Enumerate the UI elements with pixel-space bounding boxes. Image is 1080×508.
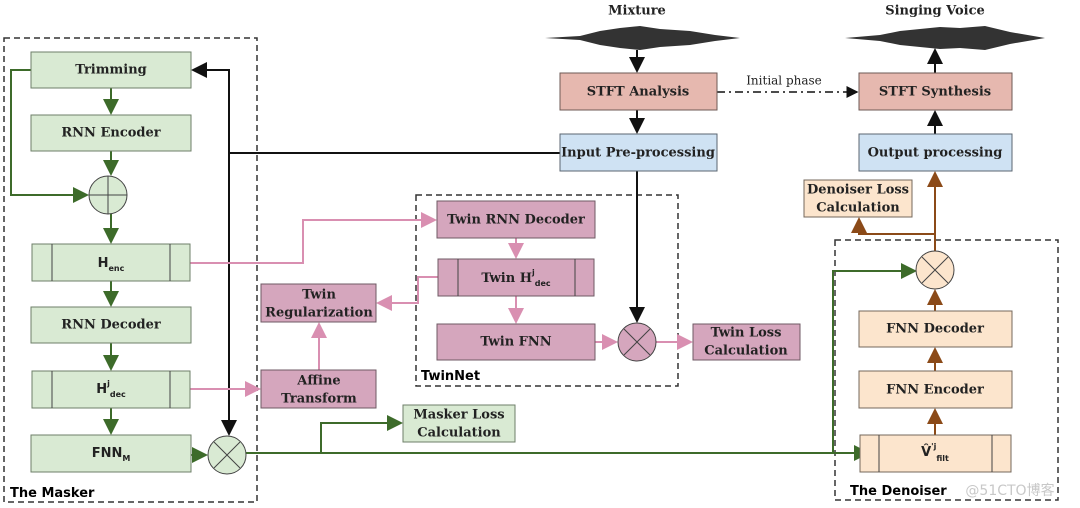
stft-synthesis-block: STFT Synthesis <box>858 72 1013 111</box>
addition-node-icon <box>88 175 128 215</box>
svg-text:Twin RNN Decoder: Twin RNN Decoder <box>447 213 585 228</box>
diagram: The Masker TwinNet The Denoiser @51CTO博客… <box>3 4 1059 503</box>
svg-text:FNN Decoder: FNN Decoder <box>886 322 984 337</box>
mixture-waveform-icon <box>545 26 740 50</box>
v-filt-block: V̂'jfilt <box>859 434 1012 473</box>
initial-phase-label: Initial phase <box>746 74 822 88</box>
svg-text:FNN Encoder: FNN Encoder <box>886 383 984 398</box>
output-processing-block: Output processing <box>858 133 1013 172</box>
denoiser-label: The Denoiser <box>850 484 947 499</box>
rnn-encoder-block: RNN Encoder <box>30 114 192 152</box>
h-dec-block: Hjdec <box>31 370 191 409</box>
svg-text:Output processing: Output processing <box>868 146 1003 161</box>
singing-voice-waveform-icon <box>845 26 1045 50</box>
affine-transform-block: Affine Transform <box>260 369 377 409</box>
svg-text:Trimming: Trimming <box>75 63 147 78</box>
fnn-m-block: FNNM <box>30 434 192 473</box>
fnn-encoder-block: FNN Encoder <box>858 370 1013 409</box>
twin-rnn-decoder-block: Twin RNN Decoder <box>436 200 596 239</box>
denoiser-loss-block: Denoiser Loss Calculation <box>803 179 913 218</box>
svg-text:RNN Encoder: RNN Encoder <box>61 126 160 141</box>
singing-voice-label: Singing Voice <box>885 4 985 19</box>
twin-regularization-block: Twin Regularization <box>260 283 377 323</box>
rnn-decoder-block: RNN Decoder <box>30 306 192 344</box>
svg-text:STFT Analysis: STFT Analysis <box>587 85 690 100</box>
svg-text:Twin FNN: Twin FNN <box>480 335 551 350</box>
stft-analysis-block: STFT Analysis <box>559 72 718 111</box>
svg-text:Twin Loss: Twin Loss <box>711 326 782 341</box>
svg-text:Masker Loss: Masker Loss <box>413 408 504 423</box>
masker-label: The Masker <box>10 486 95 501</box>
twinnet-label: TwinNet <box>421 369 480 384</box>
twin-multiply-node-icon <box>617 322 657 362</box>
twin-h-dec-block: Twin Hjdec <box>437 258 595 297</box>
twin-loss-block: Twin Loss Calculation <box>692 323 801 361</box>
masker-multiply-node-icon <box>207 435 247 475</box>
svg-text:Regularization: Regularization <box>265 306 373 321</box>
masker-loss-block: Masker Loss Calculation <box>402 404 516 443</box>
svg-text:STFT Synthesis: STFT Synthesis <box>879 85 991 100</box>
svg-text:Affine: Affine <box>296 374 340 389</box>
watermark: @51CTO博客 <box>965 482 1054 499</box>
fnn-decoder-block: FNN Decoder <box>858 310 1013 348</box>
h-enc-block: Henc <box>31 243 191 282</box>
mixture-label: Mixture <box>608 4 666 19</box>
denoiser-multiply-node-icon <box>915 250 955 290</box>
svg-text:Transform: Transform <box>281 392 357 407</box>
svg-text:Twin: Twin <box>302 288 336 303</box>
svg-text:Input Pre-processing: Input Pre-processing <box>561 146 715 161</box>
svg-text:Denoiser Loss: Denoiser Loss <box>807 183 909 198</box>
input-preprocessing-block: Input Pre-processing <box>559 133 718 172</box>
twin-fnn-block: Twin FNN <box>436 323 596 361</box>
svg-text:RNN Decoder: RNN Decoder <box>61 318 161 333</box>
svg-text:Calculation: Calculation <box>704 344 788 359</box>
svg-text:Calculation: Calculation <box>816 201 900 216</box>
trimming-block: Trimming <box>30 51 192 89</box>
svg-text:Calculation: Calculation <box>417 426 501 441</box>
